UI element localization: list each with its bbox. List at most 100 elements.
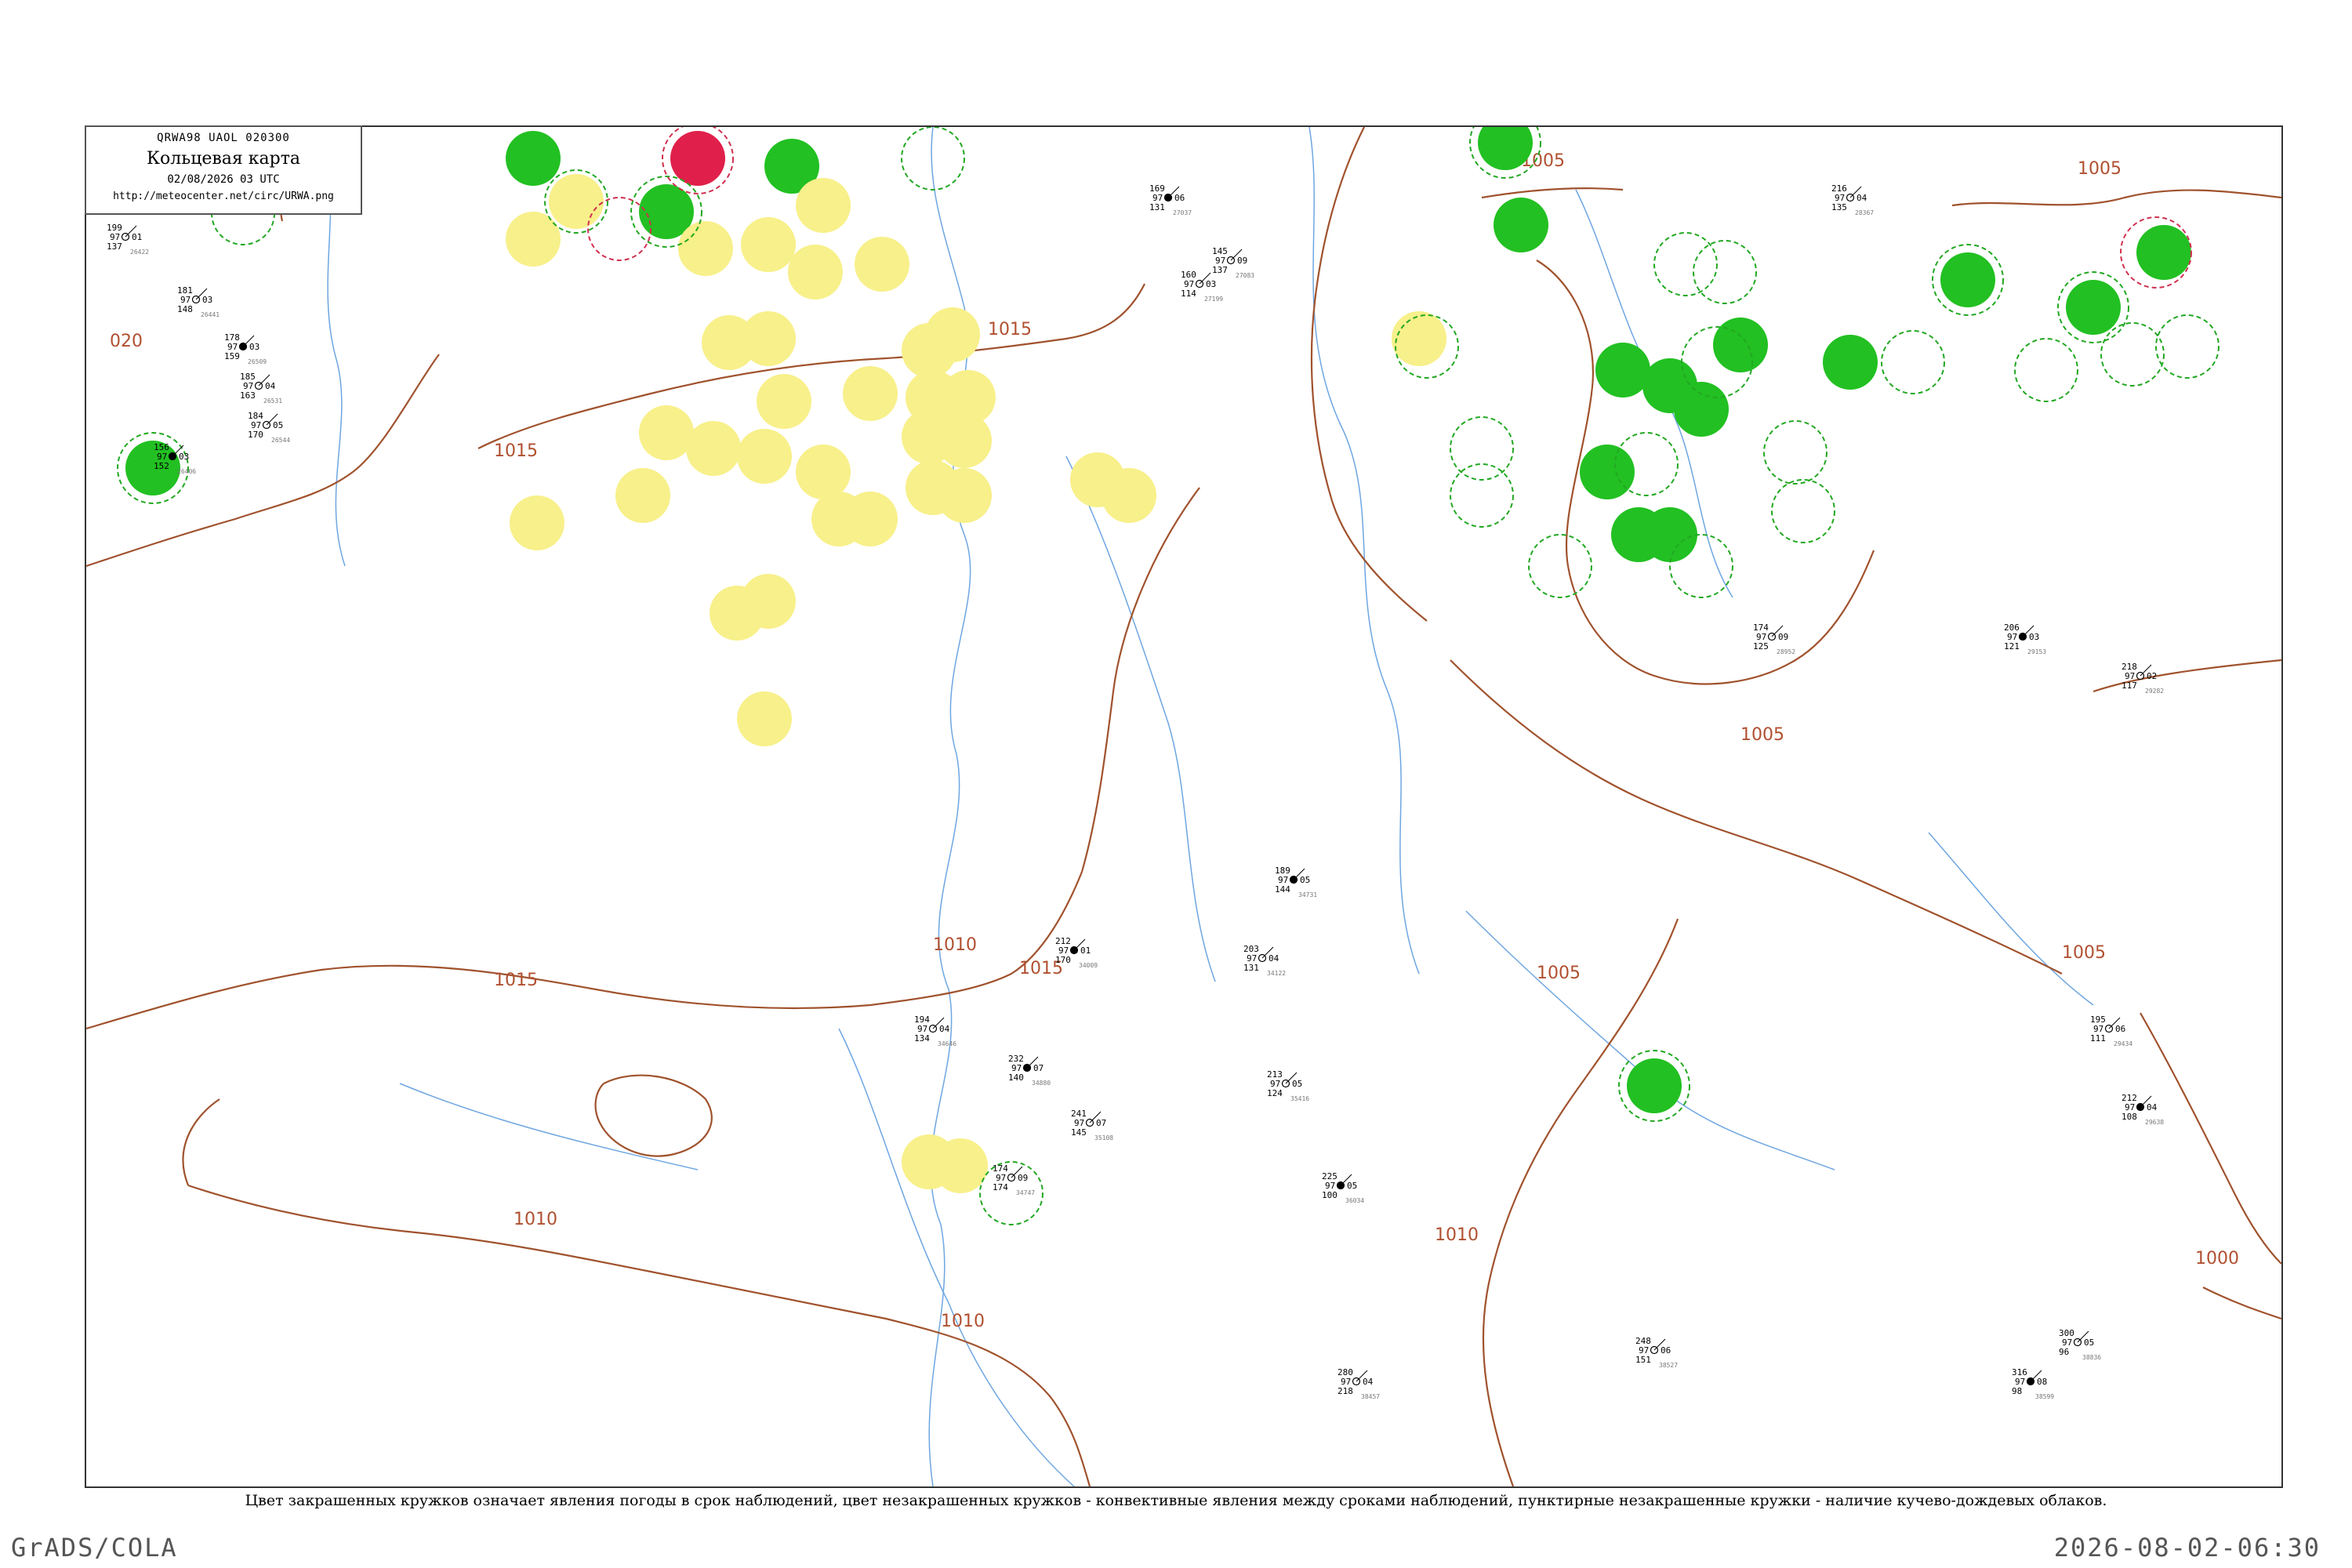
haze-circle[interactable] [843,366,898,421]
map-url[interactable]: http://meteocenter.net/circ/URWA.png [86,191,361,202]
precipitation-circle[interactable] [1580,445,1635,499]
station-plot[interactable]: 31697 089838599 [2012,1367,2054,1400]
isobar [1450,659,2063,975]
weather-circles-yellow [506,174,1446,1193]
precipitation-circle[interactable] [506,131,561,186]
precipitation-circle[interactable] [1940,252,1995,307]
isobar-label: 1005 [1740,725,1784,745]
haze-circle[interactable] [1102,468,1156,523]
cb-cloud-circle [1528,534,1592,598]
precipitation-circle[interactable] [1823,335,1878,390]
station-pressure-tendency: 05 [273,420,283,430]
haze-circle[interactable] [686,421,741,476]
haze-circle[interactable] [796,178,851,233]
haze-circle[interactable] [737,429,792,484]
haze-circle[interactable] [506,212,561,267]
station-plot[interactable]: 19597 0611129434 [2090,1014,2132,1047]
station-pressure-tendency: 03 [2029,632,2039,642]
station-plot[interactable]: 18997 0514434731 [1275,866,1317,898]
station-dewpoint: 170 [1055,955,1071,965]
haze-circle[interactable] [937,413,992,468]
station-pressure-tendency: 07 [1096,1118,1106,1128]
haze-circle[interactable] [1392,311,1446,366]
precipitation-circle[interactable] [1642,507,1697,562]
synoptic-map[interactable]: 020 1015 1015 1015 1015 1010 1010 1010 1… [86,127,2281,1486]
precipitation-circle[interactable] [2136,225,2191,280]
station-plot[interactable]: 21697 0413528367 [1831,183,1874,216]
isobar-label: 1010 [514,1210,557,1229]
haze-circle[interactable] [615,468,670,523]
precipitation-circle[interactable] [1713,318,1768,372]
haze-circle[interactable] [549,174,604,229]
station-plot[interactable]: 16997 0613127037 [1149,183,1192,216]
station-plot[interactable]: 24897 0615138527 [1635,1336,1678,1369]
station-index: 26422 [130,249,149,256]
station-pressure-tendency: 09 [1018,1173,1028,1183]
cb-cloud-circle [1653,232,1718,296]
precipitation-circle[interactable] [1674,382,1729,437]
station-plot[interactable]: 20397 0413134122 [1243,944,1286,977]
station-index: 26441 [201,311,220,318]
haze-circle[interactable] [757,374,811,429]
station-index: 29282 [2145,688,2164,695]
haze-circle[interactable] [925,307,980,362]
station-plot[interactable]: 21297 0410829638 [2122,1093,2164,1126]
weather-circles-green [125,127,2191,1113]
station-pressure-tendency: 04 [1857,193,1867,203]
station-plot[interactable]: 19997 0113726422 [107,223,149,256]
station-plot[interactable]: 21897 0211729282 [2122,662,2164,695]
haze-circle[interactable] [933,1138,988,1193]
haze-circle[interactable] [741,574,796,629]
haze-circle[interactable] [855,237,909,292]
cb-cloud-circle [1881,330,1945,394]
isobar [2140,1012,2281,1265]
station-plot[interactable]: 20697 0312129153 [2004,622,2046,655]
station-pressure-tendency: 04 [2147,1102,2158,1112]
isobar-label: 1010 [933,935,977,955]
precipitation-circle[interactable] [2066,280,2121,335]
station-plot[interactable]: 19497 0413434646 [914,1014,956,1047]
station-pressure-tendency: 02 [2147,671,2157,681]
map-frame[interactable]: 020 1015 1015 1015 1015 1010 1010 1010 1… [85,125,2283,1488]
station-dewpoint: 108 [2122,1112,2137,1122]
station-dewpoint: 151 [1635,1355,1651,1365]
haze-circle[interactable] [737,691,792,746]
haze-circle[interactable] [788,245,843,299]
station-pressure-tendency: 09 [1778,632,1788,642]
station-dewpoint: 170 [248,430,263,440]
station-plot[interactable]: 21397 0512435416 [1267,1069,1309,1102]
haze-circle[interactable] [843,492,898,546]
haze-circle[interactable] [796,445,851,499]
isobar [187,1184,1091,1486]
station-plot[interactable]: 22597 0510036034 [1322,1171,1364,1204]
station-dewpoint: 159 [224,351,240,361]
software-credit: GrADS/COLA [11,1533,178,1563]
station-dewpoint: 121 [2004,641,2020,652]
haze-circle[interactable] [678,221,733,276]
station-index: 26544 [271,437,290,444]
haze-circle[interactable] [937,468,992,523]
precipitation-circle[interactable] [125,441,180,495]
station-plot[interactable]: 18497 0517026544 [248,411,290,444]
precipitation-circle[interactable] [1627,1058,1682,1113]
station-plot[interactable]: 17897 0315926509 [224,332,267,365]
isobar-label: 1005 [2062,943,2106,963]
station-plot[interactable]: 17497 0912528952 [1753,622,1795,655]
station-plot[interactable]: 14597 0913727083 [1212,246,1254,279]
precipitation-circle[interactable] [1494,198,1548,252]
station-dewpoint: 218 [1338,1386,1353,1396]
station-plot[interactable]: 18597 0416326531 [240,372,282,405]
station-plot[interactable]: 23297 0714034880 [1008,1054,1051,1087]
station-plot[interactable]: 18197 0314826441 [177,285,220,318]
haze-circle[interactable] [741,311,796,366]
station-plot[interactable]: 30097 059638836 [2059,1328,2101,1361]
station-plot[interactable]: 28097 0421838457 [1338,1367,1380,1400]
precipitation-circle[interactable] [1595,343,1650,397]
haze-circle[interactable] [510,495,564,550]
station-plot[interactable]: 17497 0917434747 [993,1163,1035,1196]
haze-circle[interactable] [639,405,694,460]
thunderstorm-circle[interactable] [670,131,725,186]
station-plot[interactable]: 24197 0714535108 [1071,1109,1113,1142]
station-plot[interactable]: 21297 0117034009 [1055,936,1098,969]
haze-circle[interactable] [741,217,796,272]
